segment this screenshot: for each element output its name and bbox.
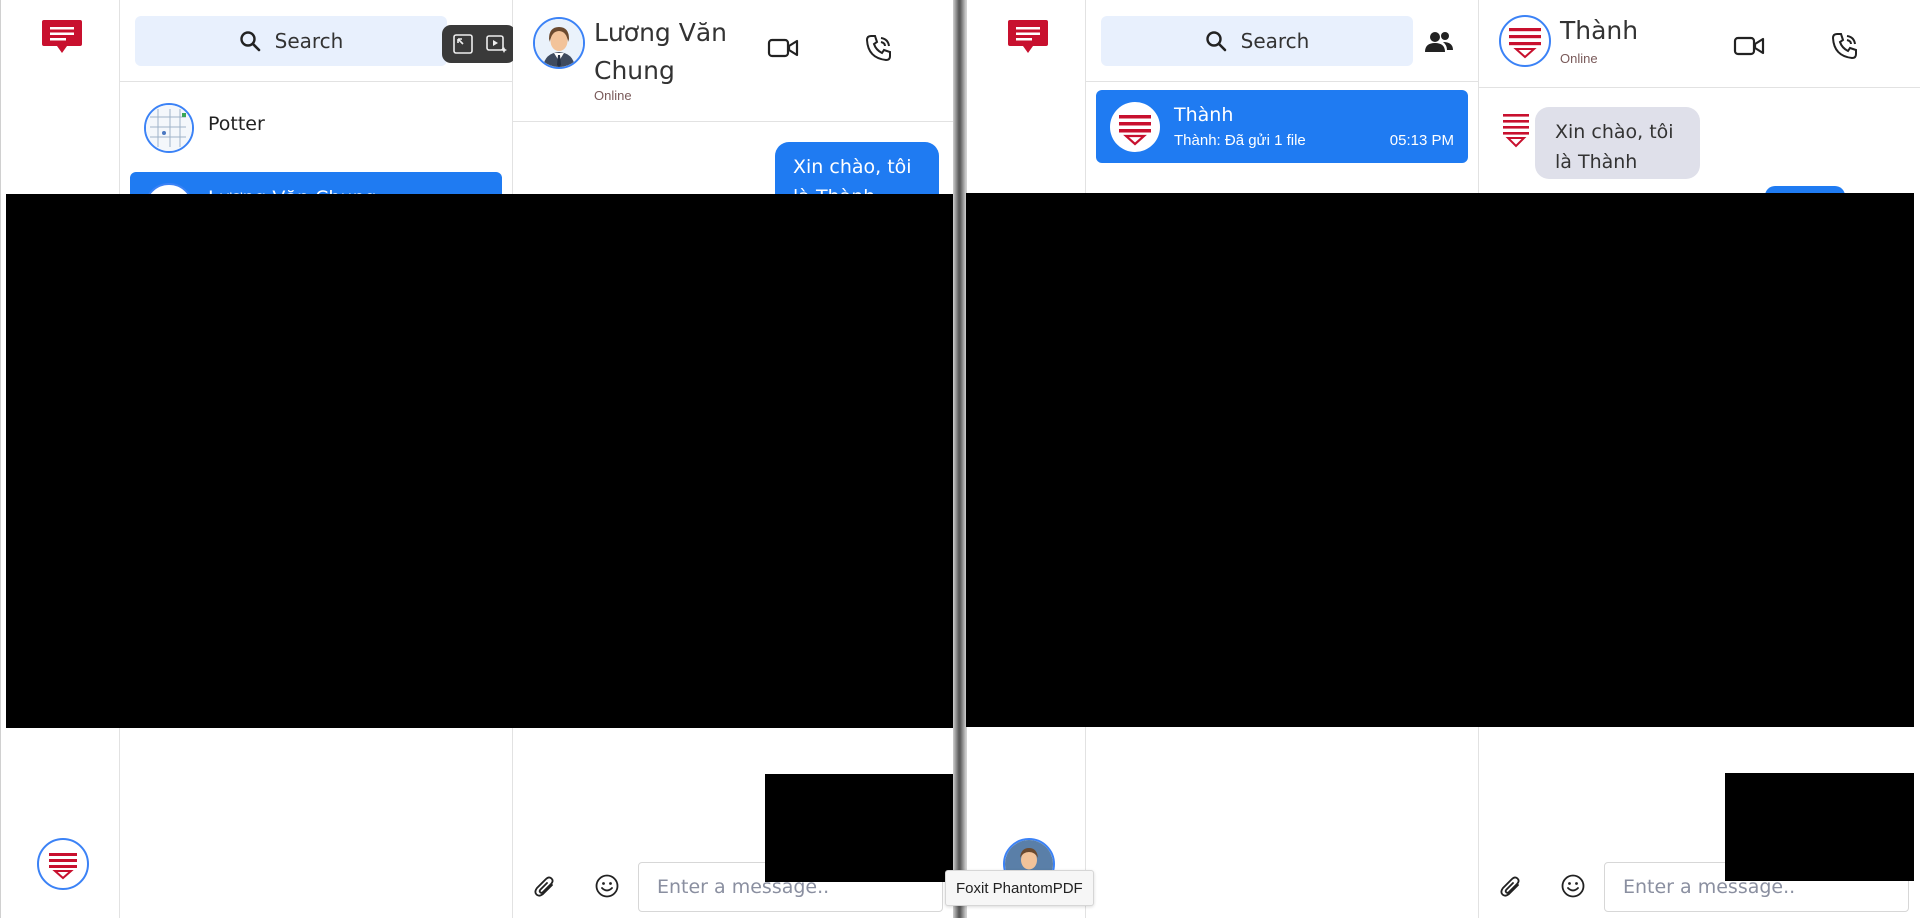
chat-header: Thành Online [1479,0,1920,88]
sparkle-video-icon[interactable] [484,32,508,56]
search-box[interactable]: Search [1101,16,1413,66]
last-message-preview: Thành: Đã gửi 1 file [1174,131,1306,149]
contact-avatar[interactable] [533,17,585,69]
avatar [144,103,194,153]
window-separator[interactable] [953,0,966,918]
redacted-region-left [6,194,953,728]
video-camera-icon [767,38,799,58]
list-item[interactable]: Thành Thành: Đã gửi 1 file 05:13 PM [1096,90,1468,163]
smiley-icon [1561,874,1585,898]
list-item[interactable]: Potter [130,92,502,164]
screen: Search Potter Lương Văn Chung Online Xin… [0,0,1920,918]
search-icon [239,31,260,52]
smiley-icon [595,874,619,898]
redacted-region-right [966,193,1914,727]
emoji-button[interactable] [1557,870,1589,902]
avatar [1110,101,1160,152]
redacted-video-right [1725,773,1914,881]
people-icon [1425,32,1453,52]
map-avatar-icon [146,105,192,151]
chat-lines-icon[interactable] [41,18,83,58]
chat-lines-icon[interactable] [1007,18,1049,58]
video-camera-icon [1733,36,1765,56]
incoming-message-bubble: Xin chào, tôi là Thành [1535,107,1700,179]
voice-call-button[interactable] [1827,28,1863,64]
list-header: Search [1086,0,1478,82]
emoji-button[interactable] [591,870,623,902]
current-user-avatar[interactable] [37,838,89,890]
logo-avatar-icon [1111,102,1159,151]
sender-logo-icon [1503,114,1529,148]
chat-status: Online [1560,51,1598,66]
logo-avatar-icon [1509,28,1541,59]
search-label: Search [1240,29,1310,53]
search-box[interactable]: Search [135,16,447,66]
picture-in-picture-controls[interactable] [442,25,516,63]
contact-avatar[interactable] [1499,15,1551,67]
chat-contact-name: Thành [1560,16,1639,45]
search-label: Search [274,29,344,53]
redacted-video-left [765,774,953,882]
attach-button[interactable] [529,870,561,902]
contact-name: Thành [1174,103,1234,126]
paperclip-icon [1500,876,1520,897]
search-icon [1205,31,1226,52]
create-group-button[interactable] [1421,24,1457,60]
phone-icon [1831,33,1857,60]
exit-pip-icon[interactable] [451,32,475,56]
phone-icon [865,35,891,62]
video-call-button[interactable] [1731,28,1767,64]
chat-status: Online [594,88,632,103]
paperclip-icon [534,876,554,897]
chat-header: Lương Văn Chung Online [513,0,955,122]
list-header: Search [120,0,516,82]
attach-button[interactable] [1495,870,1527,902]
chat-contact-name: Lương Văn Chung [594,18,727,85]
person-avatar-icon [535,19,583,67]
contact-name: Potter [208,113,265,135]
logo-avatar-icon [49,853,77,880]
voice-call-button[interactable] [861,30,897,66]
last-message-time: 05:13 PM [1389,131,1454,149]
video-call-button[interactable] [765,30,801,66]
taskbar-tooltip: Foxit PhantomPDF [945,870,1094,906]
